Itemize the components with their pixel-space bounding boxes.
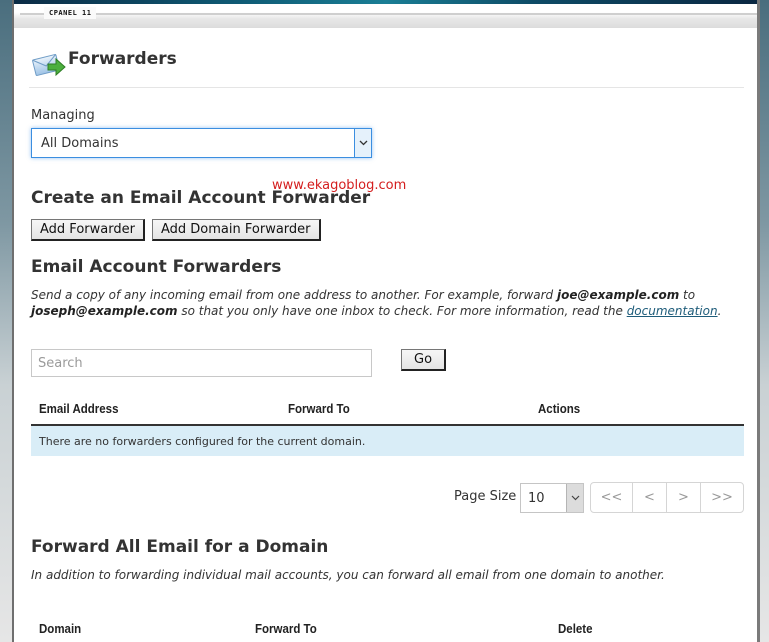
desc-text: to	[679, 288, 696, 302]
managing-label: Managing	[31, 108, 95, 123]
domain-forwarders-description: In addition to forwarding individual mai…	[31, 568, 665, 582]
chevron-down-icon[interactable]	[566, 484, 583, 512]
search-input[interactable]	[31, 349, 372, 377]
page-size-label: Page Size	[454, 489, 517, 504]
add-domain-forwarder-button[interactable]: Add Domain Forwarder	[152, 219, 321, 241]
desc-text: .	[717, 304, 722, 318]
column-delete: Delete	[558, 622, 593, 636]
pagination: << < > >>	[590, 482, 744, 513]
next-page-button[interactable]: >	[667, 483, 701, 512]
forwarders-table-header: Email Address Forward To Actions	[31, 396, 744, 426]
desc-text: Send a copy of any incoming email from o…	[31, 288, 557, 302]
watermark-text: www.ekagoblog.com	[272, 178, 407, 193]
first-page-button[interactable]: <<	[591, 483, 633, 512]
last-page-button[interactable]: >>	[701, 483, 743, 512]
domain-select-value: All Domains	[41, 136, 119, 151]
title-rule	[20, 13, 757, 15]
desc-text: so that you only have one inbox to check…	[177, 304, 627, 318]
documentation-link[interactable]: documentation	[627, 304, 718, 318]
page-size-select[interactable]: 10	[520, 483, 584, 513]
desc-example-from: joe@example.com	[556, 288, 680, 302]
app-window: CPANEL 11 Forwarders Managing All Domain…	[12, 0, 760, 642]
desc-example-to: joseph@example.com	[31, 304, 178, 318]
domain-forwarders-heading: Forward All Email for a Domain	[31, 537, 329, 557]
email-forwarders-description: Send a copy of any incoming email from o…	[31, 287, 743, 319]
empty-table-message: There are no forwarders configured for t…	[31, 426, 744, 456]
brand-label: CPANEL 11	[44, 7, 97, 19]
column-actions: Actions	[538, 402, 581, 416]
page-title: Forwarders	[68, 49, 177, 69]
prev-page-button[interactable]: <	[633, 483, 667, 512]
column-domain[interactable]: Domain	[39, 622, 81, 636]
page-size-value: 10	[528, 491, 545, 506]
add-forwarder-button[interactable]: Add Forwarder	[31, 219, 145, 241]
mail-forward-icon	[32, 49, 66, 77]
domain-select[interactable]: All Domains	[31, 128, 372, 158]
column-forward-to[interactable]: Forward To	[288, 402, 350, 416]
page-header: Forwarders	[29, 48, 744, 88]
email-forwarders-heading: Email Account Forwarders	[31, 257, 282, 277]
go-button[interactable]: Go	[401, 349, 447, 371]
chevron-down-icon[interactable]	[354, 129, 371, 157]
column-email-address[interactable]: Email Address	[39, 402, 118, 416]
title-bar: CPANEL 11	[14, 4, 757, 28]
column-forward-to[interactable]: Forward To	[255, 622, 317, 636]
